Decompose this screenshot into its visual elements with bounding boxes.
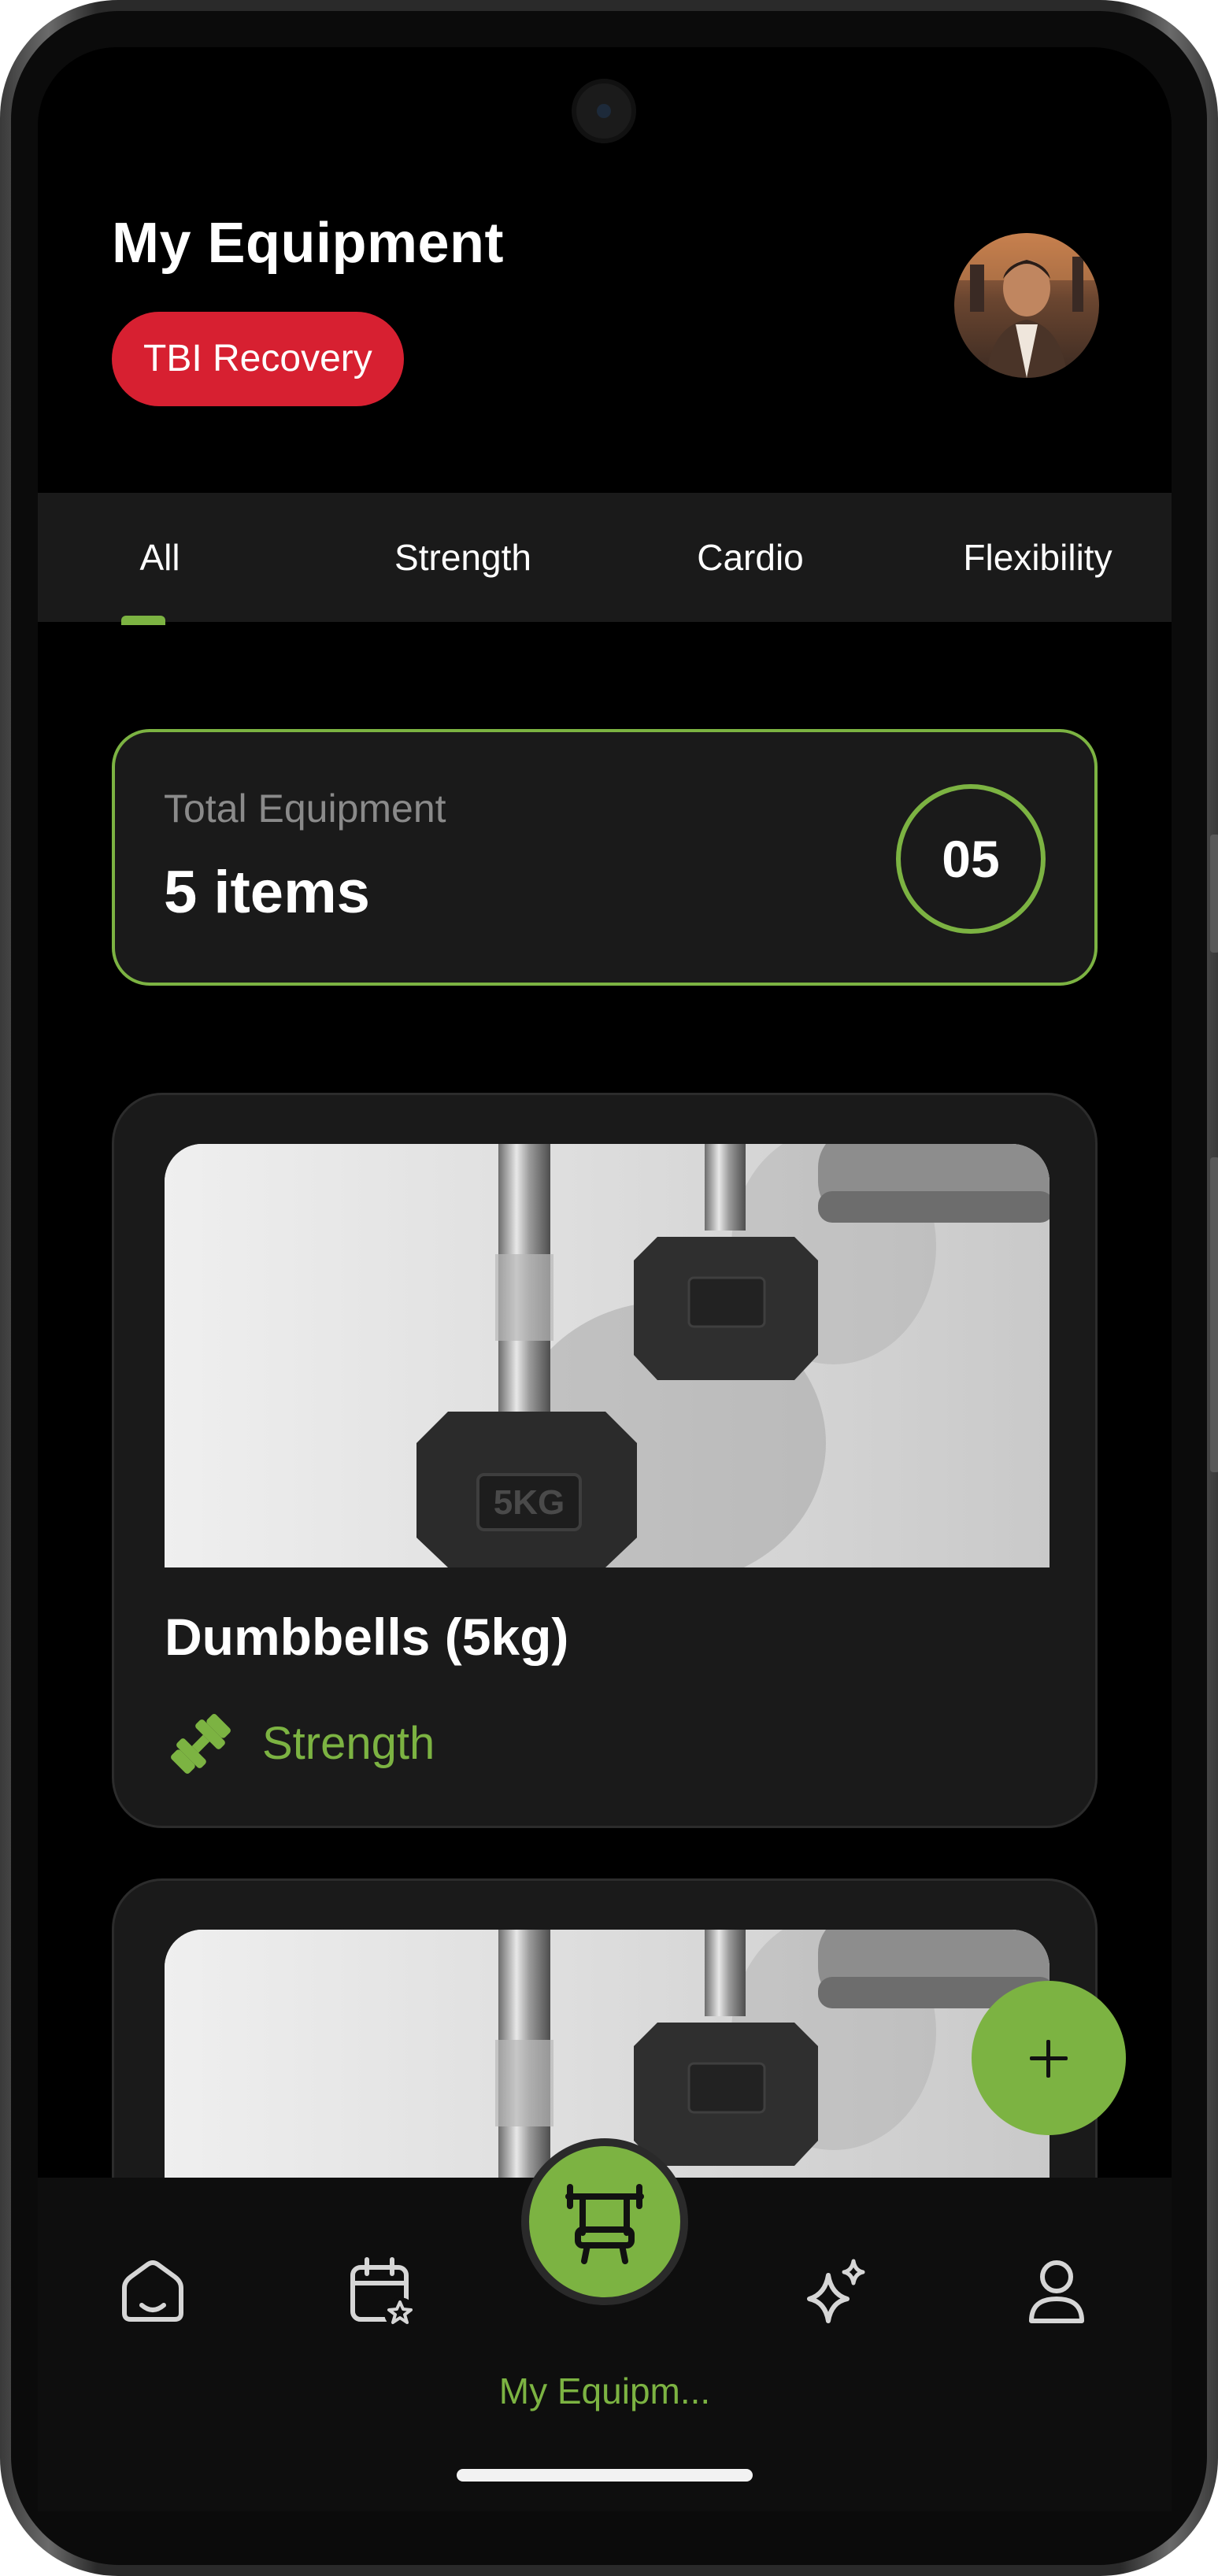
nav-ai[interactable] (798, 2253, 874, 2329)
dumbbells-photo: 5KG (165, 1144, 1050, 1567)
calendar-star-icon (350, 2257, 416, 2329)
weight-label: 5KG (494, 1483, 565, 1522)
power-button (1210, 1157, 1218, 1472)
nav-profile[interactable] (1019, 2253, 1094, 2329)
nav-schedule[interactable] (343, 2253, 419, 2329)
front-camera (572, 79, 636, 143)
phone-frame: My Equipment TBI Recovery All Strength C… (0, 0, 1218, 2576)
tab-flexibility[interactable]: Flexibility (920, 493, 1156, 622)
total-equipment-card: Total Equipment 5 items 05 (112, 729, 1098, 986)
summary-label: Total Equipment (164, 786, 446, 831)
summary-count-badge: 05 (896, 784, 1046, 934)
page-title: My Equipment (112, 212, 505, 275)
equipment-image: 5KG (165, 1144, 1050, 1567)
profile-icon (1029, 2260, 1084, 2323)
sparkles-icon (807, 2259, 865, 2323)
bottom-navigation: My Equipm... (38, 2138, 1172, 2511)
nav-home[interactable] (115, 2253, 191, 2329)
active-tab-indicator (121, 616, 165, 625)
dumbbell-icon (171, 1714, 231, 1774)
equipment-name: Dumbbells (5kg) (165, 1608, 569, 1666)
equipment-category: Strength (262, 1718, 435, 1769)
summary-value: 5 items (164, 859, 370, 926)
volume-button (1210, 835, 1218, 953)
nav-my-equipment[interactable] (521, 2138, 688, 2305)
tab-all[interactable]: All (101, 493, 219, 622)
tab-strength[interactable]: Strength (353, 493, 573, 622)
equipment-card[interactable]: 5KG Dumbbells (5kg) Strength (112, 1093, 1098, 1828)
home-indicator-bar[interactable] (457, 2469, 753, 2482)
avatar[interactable] (954, 233, 1099, 378)
tab-cardio[interactable]: Cardio (652, 493, 849, 622)
bench-press-icon (565, 2184, 644, 2264)
category-tabs: All Strength Cardio Flexibility (38, 493, 1172, 622)
nav-active-label: My Equipm... (498, 2371, 711, 2411)
condition-badge[interactable]: TBI Recovery (112, 312, 404, 406)
home-icon (122, 2260, 183, 2322)
user-photo-icon (954, 233, 1099, 378)
add-equipment-button[interactable] (972, 1981, 1126, 2135)
plus-icon (1030, 2040, 1068, 2078)
